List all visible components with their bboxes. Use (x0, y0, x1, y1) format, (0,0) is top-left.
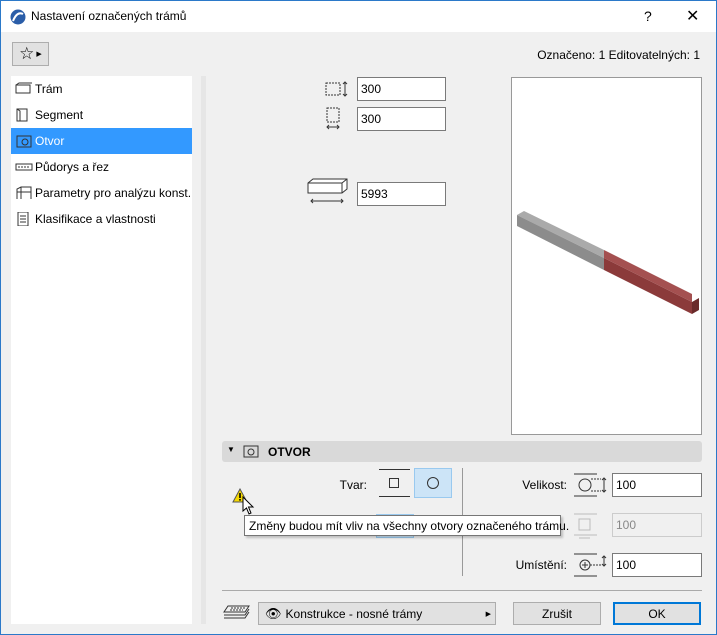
selection-info: Označeno: 1 Editovatelných: 1 (537, 48, 700, 62)
size-input[interactable]: 100 (612, 473, 702, 497)
app-logo-icon (10, 9, 26, 25)
triangle-right-icon: ▶ (36, 51, 42, 58)
help-button[interactable]: ? (644, 8, 652, 24)
classification-icon (17, 212, 29, 226)
circle-icon (427, 477, 439, 489)
collapse-arrow-icon: ▼ (227, 445, 235, 454)
square-icon (389, 478, 399, 488)
hole-icon (16, 135, 32, 148)
dialog-window: Nastavení označených trámů ? ✕ ☆ ▶ Označe… (0, 0, 717, 635)
favorites-button[interactable]: ☆ ▶ (12, 42, 49, 66)
size-icon (574, 473, 607, 497)
analysis-icon (16, 186, 32, 199)
close-button[interactable]: ✕ (686, 6, 699, 26)
footer-divider (222, 590, 702, 591)
beam-preview-image (517, 211, 699, 314)
shape-label: Tvar: (339, 478, 367, 492)
beam-icon (15, 82, 32, 94)
sidebar-item-parametry[interactable]: Parametry pro analýzu konst... (11, 180, 192, 206)
size2-input: 100 (612, 513, 702, 537)
height-icon (325, 81, 348, 97)
segment-icon (16, 108, 28, 122)
width-input[interactable]: 300 (357, 107, 446, 131)
triangle-right-icon: ▶ (485, 610, 491, 618)
sidebar-item-segment[interactable]: Segment (11, 102, 192, 128)
size2-icon (574, 513, 597, 539)
layers-icon (223, 605, 250, 619)
placement-icon (574, 553, 607, 577)
placement-label: Umístění: (515, 558, 567, 572)
ok-button[interactable]: OK (613, 602, 701, 625)
shape-circle-button[interactable] (414, 468, 452, 498)
cancel-button[interactable]: Zrušit (513, 602, 601, 625)
mouse-cursor-icon (242, 496, 255, 515)
width-icon (326, 107, 340, 130)
tooltip: Změny budou mít vliv na všechny otvory o… (244, 515, 569, 536)
sidebar-item-tram[interactable]: Trám (11, 76, 192, 102)
height-input[interactable]: 300 (357, 77, 446, 101)
star-icon: ☆ (19, 44, 35, 63)
length-icon (307, 178, 348, 204)
floorplan-icon (15, 163, 33, 171)
hole-icon (243, 445, 259, 458)
layer-dropdown[interactable]: 👁 Konstrukce - nosné trámy ▶ (258, 602, 496, 625)
sidebar-item-otvor[interactable]: Otvor (11, 128, 192, 154)
preview-3d[interactable] (511, 77, 702, 435)
sidebar-item-pudorys[interactable]: Půdorys a řez (11, 154, 192, 180)
shape-square-button[interactable] (379, 469, 410, 497)
title-bar: Nastavení označených trámů ? ✕ (1, 1, 716, 32)
eye-icon: 👁 (265, 605, 282, 621)
section-header-otvor[interactable]: ▼ OTVOR (222, 441, 702, 462)
sidebar-item-klasifikace[interactable]: Klasifikace a vlastnosti (11, 206, 192, 232)
window-title: Nastavení označených trámů (31, 9, 187, 23)
size-label: Velikost: (522, 478, 567, 492)
length-input[interactable]: 5993 (357, 182, 446, 206)
placement-input[interactable]: 100 (612, 553, 702, 577)
splitter[interactable] (201, 76, 206, 624)
sidebar: Trám Segment Otvor Půdorys a řez Paramet… (11, 76, 192, 624)
section-title: OTVOR (268, 445, 311, 459)
